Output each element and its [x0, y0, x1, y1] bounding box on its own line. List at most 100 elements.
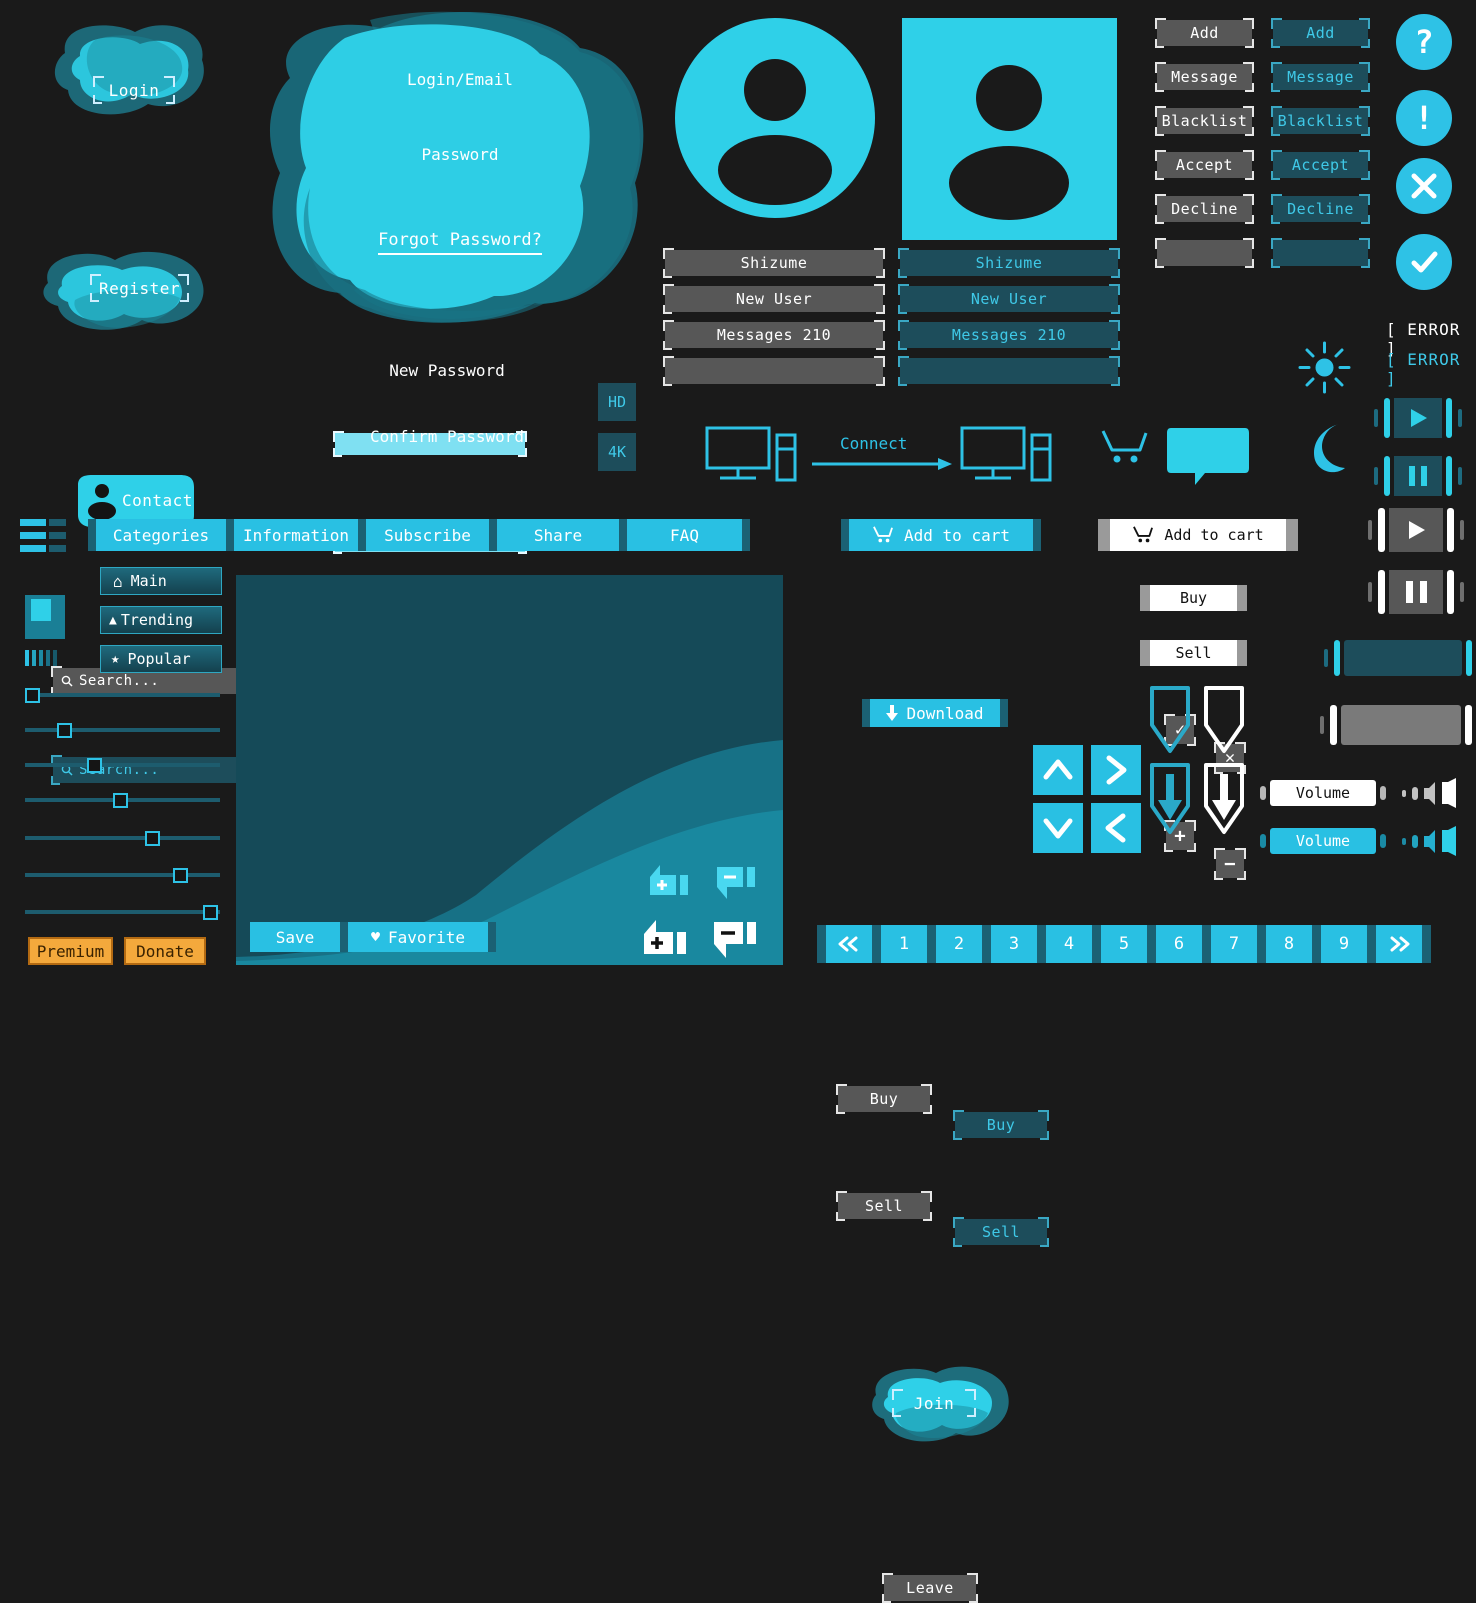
- thumbs-up-white-icon[interactable]: [640, 920, 688, 964]
- slider-track[interactable]: [25, 873, 220, 877]
- slider-knob[interactable]: [25, 688, 40, 703]
- tab-subscribe[interactable]: Subscribe: [366, 519, 489, 551]
- pagination-page[interactable]: 4: [1046, 925, 1092, 963]
- buy-button-grey[interactable]: Buy: [836, 1084, 932, 1114]
- add-to-cart-cyan-button[interactable]: Add to cart: [841, 519, 1041, 551]
- speech-bubble-icon[interactable]: [1165, 424, 1251, 490]
- dpad-right[interactable]: [1091, 745, 1141, 795]
- save-button[interactable]: Save: [250, 922, 340, 952]
- pagination-page[interactable]: 9: [1321, 925, 1367, 963]
- dpad-down[interactable]: [1033, 803, 1083, 853]
- slider-track[interactable]: [25, 693, 220, 697]
- hamburger-menu-icon[interactable]: [20, 519, 66, 557]
- media-play-teal[interactable]: [1372, 398, 1464, 438]
- tab-categories[interactable]: Categories: [96, 519, 226, 551]
- social-action-grey[interactable]: Blacklist: [1155, 106, 1254, 136]
- join-blob-button[interactable]: Join: [862, 1355, 1017, 1455]
- stepper-minus[interactable]: −: [1214, 848, 1246, 880]
- pagination-page[interactable]: 5: [1101, 925, 1147, 963]
- register-blob-button[interactable]: Register: [30, 238, 230, 343]
- dpad-left[interactable]: [1091, 803, 1141, 853]
- profile-row-grey[interactable]: New User: [663, 284, 885, 314]
- warning-icon[interactable]: !: [1396, 90, 1452, 146]
- pagination-page[interactable]: 3: [991, 925, 1037, 963]
- social-action-teal[interactable]: Accept: [1271, 150, 1370, 180]
- leave-button[interactable]: Leave: [882, 1573, 978, 1603]
- pagination-page[interactable]: 1: [881, 925, 927, 963]
- media-pause-grey[interactable]: [1366, 570, 1466, 614]
- profile-row-teal[interactable]: Messages 210: [898, 320, 1120, 350]
- profile-row-grey[interactable]: Shizume: [663, 248, 885, 278]
- slider-knob[interactable]: [57, 723, 72, 738]
- social-action-teal[interactable]: Blacklist: [1271, 106, 1370, 136]
- download-outline-white-icon[interactable]: [1202, 685, 1246, 759]
- slider-knob[interactable]: [203, 905, 218, 920]
- forgot-password-link[interactable]: Forgot Password?: [250, 230, 670, 255]
- sell-button-grey[interactable]: Sell: [836, 1191, 932, 1221]
- check-icon[interactable]: [1396, 234, 1452, 290]
- sell-button-teal[interactable]: Sell: [953, 1217, 1049, 1247]
- quality-4k-button[interactable]: 4K: [598, 433, 636, 471]
- download-button[interactable]: Download: [862, 699, 1008, 727]
- progress-bar-grey[interactable]: [1318, 705, 1476, 745]
- moon-icon[interactable]: [1305, 422, 1349, 478]
- profile-row-teal[interactable]: Shizume: [898, 248, 1120, 278]
- sidebar-item-trending[interactable]: ▲ Trending: [100, 606, 222, 634]
- pagination-page[interactable]: 7: [1211, 925, 1257, 963]
- sidebar-item-main[interactable]: ⌂ Main: [100, 567, 222, 595]
- shopping-cart-icon[interactable]: [1100, 428, 1148, 478]
- slider-knob[interactable]: [87, 758, 102, 773]
- buy-button-white[interactable]: Buy: [1140, 585, 1247, 611]
- download-filled-cyan-icon[interactable]: [1148, 762, 1192, 840]
- progress-bar-teal[interactable]: [1322, 640, 1476, 676]
- profile-row-teal[interactable]: [898, 356, 1120, 386]
- pagination-page[interactable]: 2: [936, 925, 982, 963]
- tab-share[interactable]: Share: [497, 519, 619, 551]
- thumbs-down-white-icon[interactable]: [710, 920, 758, 964]
- profile-row-teal[interactable]: New User: [898, 284, 1120, 314]
- media-pause-teal[interactable]: [1372, 456, 1464, 496]
- tab-information[interactable]: Information: [234, 519, 358, 551]
- download-outline-cyan-icon[interactable]: [1148, 685, 1192, 759]
- thumbs-up-cyan-icon[interactable]: [646, 865, 690, 905]
- login-blob-button[interactable]: Login: [40, 18, 225, 128]
- download-filled-white-icon[interactable]: [1202, 762, 1246, 840]
- premium-button[interactable]: Premium: [28, 937, 113, 965]
- media-play-grey[interactable]: [1366, 508, 1466, 552]
- help-icon[interactable]: ?: [1396, 14, 1452, 70]
- thumbs-down-cyan-icon[interactable]: [713, 865, 757, 905]
- slider-track[interactable]: [25, 836, 220, 840]
- social-action-teal[interactable]: Message: [1271, 62, 1370, 92]
- social-action-grey[interactable]: Decline: [1155, 194, 1254, 224]
- social-action-grey[interactable]: Add: [1155, 18, 1254, 48]
- social-action-teal[interactable]: Decline: [1271, 194, 1370, 224]
- dpad-up[interactable]: [1033, 745, 1083, 795]
- sun-icon[interactable]: [1297, 340, 1352, 399]
- buy-button-teal[interactable]: Buy: [953, 1110, 1049, 1140]
- pagination-page[interactable]: 6: [1156, 925, 1202, 963]
- social-action-teal[interactable]: Add: [1271, 18, 1370, 48]
- slider-track[interactable]: [25, 728, 220, 732]
- sidebar-item-popular[interactable]: ★ Popular: [100, 645, 222, 673]
- social-action-grey[interactable]: Accept: [1155, 150, 1254, 180]
- social-action-grey[interactable]: Message: [1155, 62, 1254, 92]
- slider-knob[interactable]: [113, 793, 128, 808]
- slider-track[interactable]: [25, 910, 220, 914]
- sell-button-white[interactable]: Sell: [1140, 640, 1247, 666]
- add-to-cart-white-button[interactable]: Add to cart: [1098, 519, 1298, 551]
- close-icon[interactable]: [1396, 158, 1452, 214]
- social-action-teal[interactable]: [1271, 238, 1370, 268]
- slider-knob[interactable]: [173, 868, 188, 883]
- profile-row-grey[interactable]: Messages 210: [663, 320, 885, 350]
- pagination-page[interactable]: 8: [1266, 925, 1312, 963]
- volume-control-white[interactable]: Volume: [1258, 778, 1462, 808]
- pagination-next[interactable]: [1376, 925, 1422, 963]
- slider-knob[interactable]: [145, 831, 160, 846]
- volume-control-cyan[interactable]: Volume: [1258, 826, 1462, 856]
- favorite-button[interactable]: ♥ Favorite: [348, 922, 488, 952]
- tab-faq[interactable]: FAQ: [627, 519, 742, 551]
- social-action-grey[interactable]: [1155, 238, 1254, 268]
- quality-hd-button[interactable]: HD: [598, 383, 636, 421]
- profile-row-grey[interactable]: [663, 356, 885, 386]
- pagination-prev[interactable]: [826, 925, 872, 963]
